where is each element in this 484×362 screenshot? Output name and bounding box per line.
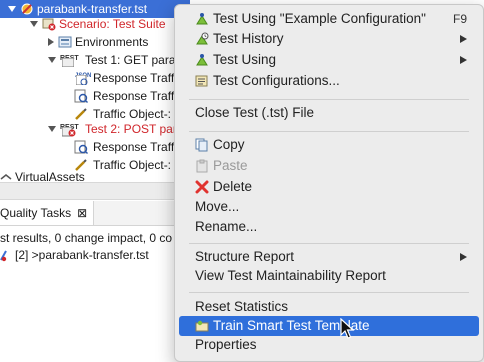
menu-item-properties[interactable]: Properties bbox=[179, 335, 479, 355]
tree-row-test-2[interactable]: REST Test 2: POST para bbox=[48, 120, 184, 138]
menu-item-label: Paste bbox=[213, 158, 248, 173]
scenario-error-icon bbox=[42, 17, 56, 31]
copy-icon bbox=[195, 138, 209, 152]
environments-icon bbox=[58, 35, 72, 49]
tst-file-icon bbox=[20, 2, 34, 16]
expand-arrow-icon[interactable] bbox=[8, 6, 16, 12]
menu-item-label: Close Test (.tst) File bbox=[195, 105, 315, 120]
quality-tasks-summary: st results, 0 change impact, 0 co bbox=[0, 231, 173, 245]
menu-item-copy[interactable]: Copy bbox=[179, 135, 479, 155]
tree-row-environments[interactable]: Environments bbox=[48, 33, 148, 51]
menu-item-structure-report[interactable]: Structure Report bbox=[179, 247, 479, 267]
tree-row-test-1[interactable]: REST Test 1: GET parab bbox=[48, 51, 182, 69]
menu-item-label: Test History bbox=[213, 31, 284, 46]
close-tab-icon[interactable]: ⊠ bbox=[77, 206, 87, 220]
quality-task-label: [2] >parabank-transfer.tst bbox=[15, 248, 149, 262]
context-menu: Test Using "Example Configuration" F9 Te… bbox=[174, 4, 484, 362]
menu-item-test-history[interactable]: Test History bbox=[179, 29, 479, 49]
response-traffic-icon bbox=[74, 89, 90, 103]
menu-item-label: Test Configurations... bbox=[213, 73, 340, 88]
menu-item-close-test-file[interactable]: Close Test (.tst) File bbox=[179, 103, 479, 123]
menu-item-label: Rename... bbox=[195, 219, 258, 234]
menu-item-label: Properties bbox=[195, 337, 257, 352]
menu-item-label: Delete bbox=[213, 179, 253, 194]
menu-separator bbox=[189, 292, 469, 293]
expand-arrow-icon[interactable] bbox=[48, 126, 56, 132]
tab-label: Quality Tasks bbox=[0, 206, 72, 220]
menu-separator bbox=[189, 243, 469, 244]
menu-separator bbox=[189, 131, 469, 132]
collapse-arrow-icon[interactable] bbox=[48, 38, 54, 46]
menu-item-label: Copy bbox=[213, 137, 245, 152]
menu-item-view-maintainability-report[interactable]: View Test Maintainability Report bbox=[179, 266, 479, 286]
delete-icon bbox=[195, 180, 209, 194]
menu-item-delete[interactable]: Delete bbox=[179, 177, 479, 197]
tree-row-label: Test 2: POST para bbox=[85, 122, 184, 136]
tree-row-scenario[interactable]: Scenario: Test Suite bbox=[30, 15, 166, 33]
tab-quality-tasks[interactable]: Quality Tasks ⊠ bbox=[0, 201, 95, 225]
menu-item-paste[interactable]: Paste bbox=[179, 156, 479, 176]
menu-separator bbox=[189, 99, 469, 100]
menu-item-rename[interactable]: Rename... bbox=[179, 217, 479, 237]
menu-item-test-configurations[interactable]: Test Configurations... bbox=[179, 71, 479, 91]
test-run-icon bbox=[195, 12, 209, 26]
tree-row-response-traffic-1[interactable]: JSON Response Traff bbox=[74, 69, 174, 87]
tree-row-response-traffic-2[interactable]: Response Traff bbox=[74, 87, 174, 105]
quality-task-item[interactable]: [2] >parabank-transfer.tst bbox=[0, 246, 149, 264]
tree-row-label: Environments bbox=[75, 35, 149, 49]
task-error-icon bbox=[0, 248, 12, 262]
menu-item-label: Move... bbox=[195, 199, 240, 214]
expand-arrow-icon[interactable] bbox=[48, 57, 56, 63]
menu-item-label: Structure Report bbox=[195, 249, 295, 264]
tree-row-response-traffic-3[interactable]: Response Traff bbox=[74, 138, 174, 156]
menu-item-reset-statistics[interactable]: Reset Statistics bbox=[179, 297, 479, 317]
paste-icon bbox=[195, 159, 209, 173]
submenu-arrow-icon bbox=[460, 35, 467, 43]
rest-client-error-icon: REST bbox=[60, 122, 82, 137]
train-template-icon bbox=[195, 319, 209, 333]
menu-item-label: Test Using "Example Configuration" bbox=[213, 11, 426, 26]
menu-item-train-smart-test-template[interactable]: Train Smart Test Template bbox=[179, 316, 479, 336]
shortcut-label: F9 bbox=[452, 12, 467, 26]
test-configurations-icon bbox=[195, 74, 209, 88]
json-response-icon: JSON bbox=[74, 71, 91, 85]
test-using-icon bbox=[195, 53, 209, 67]
tree-row-label: Traffic Object-: bbox=[93, 158, 172, 172]
response-traffic-icon bbox=[74, 140, 90, 154]
tree-row-label: Response Traff bbox=[93, 71, 175, 85]
menu-item-label: Reset Statistics bbox=[195, 299, 289, 314]
menu-item-test-using[interactable]: Test Using bbox=[179, 50, 479, 70]
test-history-icon bbox=[195, 32, 209, 46]
submenu-arrow-icon bbox=[460, 253, 467, 261]
expand-arrow-icon[interactable] bbox=[30, 21, 38, 27]
tree-row-label: Test 1: GET parab bbox=[85, 53, 183, 67]
rest-client-icon: REST bbox=[60, 53, 82, 67]
menu-item-test-using-example[interactable]: Test Using "Example Configuration" F9 bbox=[179, 9, 479, 29]
tree-row-label: Scenario: Test Suite bbox=[59, 17, 166, 31]
submenu-arrow-icon bbox=[460, 56, 467, 64]
mouse-pointer-icon bbox=[340, 318, 355, 339]
tree-row-label: Response Traff bbox=[93, 89, 175, 103]
tree-row-traffic-object-2[interactable]: Traffic Object-: bbox=[74, 156, 171, 174]
menu-item-label: View Test Maintainability Report bbox=[195, 268, 386, 283]
tree-row-label: Response Traff bbox=[93, 140, 175, 154]
menu-item-label: Test Using bbox=[213, 52, 277, 67]
menu-item-move[interactable]: Move... bbox=[179, 197, 479, 217]
